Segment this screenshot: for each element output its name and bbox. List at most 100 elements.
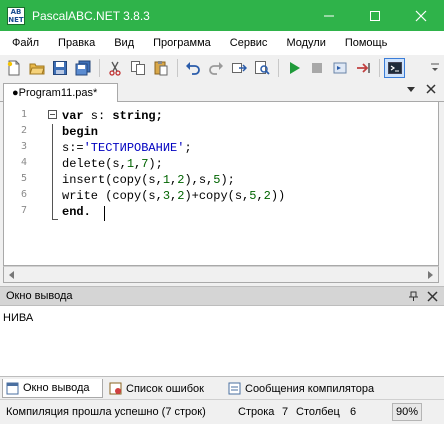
maximize-icon [370,10,380,21]
status-line-value: 7 [282,406,289,418]
new-file-button[interactable] [3,58,24,78]
line-number: 2 [21,125,28,136]
app-icon: AB NET [7,6,25,25]
scroll-right-icon[interactable] [427,271,434,279]
toolbar-separator [278,58,279,77]
pin-icon[interactable] [408,291,419,302]
code-text: )) [270,189,286,203]
copy-button[interactable] [127,58,148,78]
copy-icon [130,60,145,75]
stop-button[interactable] [306,58,327,78]
tab-program11[interactable]: ●Program11.pas* [3,83,118,103]
open-folder-icon [28,63,45,74]
step-button[interactable] [329,58,350,78]
menu-view[interactable]: Вид [114,37,134,49]
paste-icon [154,60,167,75]
run-icon [289,61,300,74]
keyword: var [62,109,84,123]
tab-close-icon[interactable] [426,84,436,94]
fold-toggle-icon[interactable] [48,110,57,119]
close-button[interactable] [398,0,444,31]
paste-button[interactable] [150,58,171,78]
tab-dropdown-icon[interactable] [406,84,416,94]
menu-help[interactable]: Помощь [345,37,388,49]
code-line-5: insert(copy(s,1,2),s,5); [62,172,235,188]
code-text: ); [148,157,163,171]
code-line-7: end. [62,204,91,220]
app-icon-text-bottom: NET [8,15,24,24]
line-number: 7 [21,205,28,216]
save-button[interactable] [49,58,70,78]
find-icon [254,60,270,75]
debug-button[interactable] [352,58,373,78]
navigate-button[interactable] [228,58,249,78]
horizontal-scrollbar[interactable] [3,266,439,283]
line-number: 6 [21,189,28,200]
line-number-gutter: 1 2 3 4 5 6 7 [4,102,42,264]
window-title: PascalABC.NET 3.8.3 [32,8,150,23]
menu-bar: Файл Правка Вид Программа Сервис Модули … [0,31,444,55]
output-text: НИВА [3,312,34,324]
toolbar [0,55,444,80]
number-literal: 2 [263,189,271,203]
title-bar: AB NET PascalABC.NET 3.8.3 [0,0,444,31]
toolbar-separator [99,58,100,77]
output-window-icon [6,382,19,394]
line-number: 1 [21,109,28,120]
debug-icon [356,62,370,73]
cut-icon [108,61,121,76]
keyword: end. [62,205,91,219]
new-file-icon [7,60,19,75]
status-bar: Компиляция прошла успешно (7 строк) Стро… [0,399,444,424]
line-number: 5 [21,173,28,184]
run-button[interactable] [283,58,304,78]
code-text: , [256,189,264,203]
editor-tab-strip: ●Program11.pas* [0,80,444,103]
tab-error-list[interactable]: Список ошибок [106,379,221,398]
string-literal: 'ТЕСТИРОВАНИЕ' [83,141,185,155]
code-line-6: write (copy(s,3,2)+copy(s,5,2)) [62,188,285,204]
panel-close-icon[interactable] [427,291,438,302]
output-text-area[interactable]: НИВА [0,306,444,376]
redo-icon [208,61,223,75]
tab-label: Список ошибок [126,382,204,395]
tab-output-window[interactable]: Окно вывода [2,379,103,398]
zoom-level[interactable]: 90% [392,403,422,421]
code-editor[interactable]: 1 2 3 4 5 6 7 var s: string; begin s:='Т… [3,102,439,266]
console-button[interactable] [384,57,405,78]
save-all-button[interactable] [72,58,93,78]
fold-guide [52,124,53,219]
menu-service[interactable]: Сервис [230,37,268,49]
code-text: insert(copy(s, [62,173,163,187]
save-icon [52,60,67,75]
text-caret [104,206,105,221]
output-panel-title: Окно вывода [6,290,73,302]
open-button[interactable] [26,58,47,78]
redo-button[interactable] [205,58,226,78]
scroll-left-icon[interactable] [8,271,15,279]
menu-modules[interactable]: Модули [286,37,325,49]
status-message: Компиляция прошла успешно (7 строк) [6,406,206,418]
toolbar-separator [177,58,178,77]
menu-program[interactable]: Программа [153,37,211,49]
menu-edit[interactable]: Правка [58,37,95,49]
error-list-icon [109,382,122,395]
minimize-button[interactable] [306,0,352,31]
step-icon [333,62,346,73]
keyword: string; [112,109,163,123]
number-literal: 1 [162,173,171,187]
find-button[interactable] [251,58,272,78]
menu-file[interactable]: Файл [12,37,39,49]
code-text: ),s, [184,173,214,187]
fold-end-marker [52,219,58,220]
cut-button[interactable] [104,58,125,78]
app-icon-text-top: AB [10,7,22,16]
code-text: s:= [62,141,84,155]
toolbar-overflow-icon[interactable] [430,62,440,74]
undo-button[interactable] [182,58,203,78]
maximize-button[interactable] [352,0,398,31]
output-panel-header: Окно вывода [0,286,444,306]
status-line-label: Строка [238,406,275,418]
code-text: delete(s, [62,157,127,171]
tab-compiler-messages[interactable]: Сообщения компилятора [225,379,395,398]
